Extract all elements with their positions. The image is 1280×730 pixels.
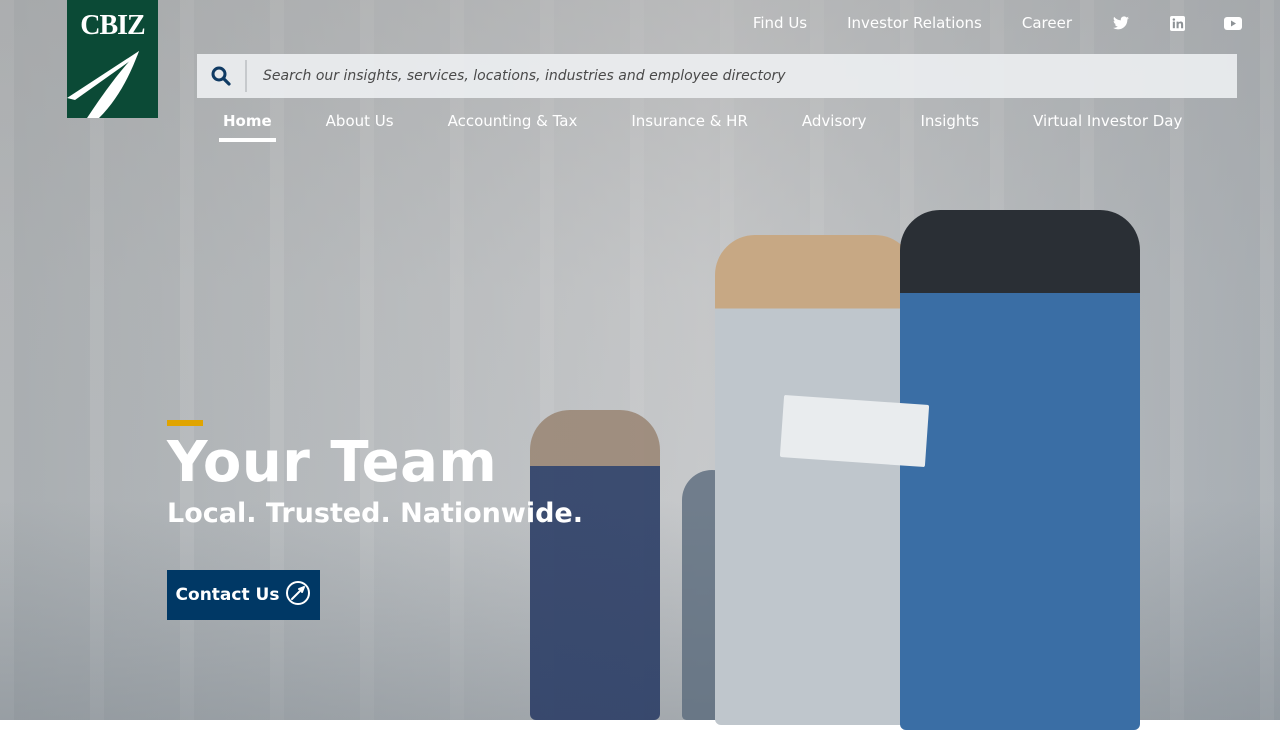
logo-swoosh-icon <box>67 51 139 118</box>
search-icon[interactable] <box>197 60 247 92</box>
main-nav: Home About Us Accounting & Tax Insurance… <box>219 112 1186 142</box>
nav-item-accounting-tax[interactable]: Accounting & Tax <box>444 112 582 142</box>
nav-item-advisory[interactable]: Advisory <box>798 112 871 142</box>
contact-us-button[interactable]: Contact Us <box>167 570 320 620</box>
nav-item-home[interactable]: Home <box>219 112 276 142</box>
social-links <box>1112 14 1242 32</box>
twitter-icon[interactable] <box>1112 14 1130 32</box>
youtube-icon[interactable] <box>1224 14 1242 32</box>
nav-item-virtual-investor-day[interactable]: Virtual Investor Day <box>1029 112 1186 142</box>
search-input[interactable] <box>247 67 1165 85</box>
hero-document <box>779 394 930 468</box>
nav-item-about-us[interactable]: About Us <box>322 112 398 142</box>
nav-item-insurance-hr[interactable]: Insurance & HR <box>627 112 752 142</box>
logo-text: CBIZ <box>80 10 145 41</box>
cbiz-logo[interactable]: CBIZ <box>67 0 158 118</box>
compass-arrow-icon <box>285 580 311 611</box>
contact-us-label: Contact Us <box>175 585 280 605</box>
hero-person-woman <box>715 235 915 725</box>
hero-title: Your Team <box>167 430 498 495</box>
nav-item-insights[interactable]: Insights <box>916 112 983 142</box>
hero-copy: Your Team Local. Trusted. Nationwide. <box>167 420 583 529</box>
search-bar <box>197 54 1237 98</box>
linkedin-icon[interactable] <box>1168 14 1186 32</box>
hero-accent-bar <box>167 420 203 426</box>
find-us-link[interactable]: Find Us <box>753 14 807 32</box>
hero-person-man <box>900 210 1140 730</box>
hero-subtitle: Local. Trusted. Nationwide. <box>167 497 583 529</box>
career-link[interactable]: Career <box>1022 14 1072 32</box>
utility-nav: Find Us Investor Relations Career <box>753 14 1242 32</box>
investor-relations-link[interactable]: Investor Relations <box>847 14 982 32</box>
